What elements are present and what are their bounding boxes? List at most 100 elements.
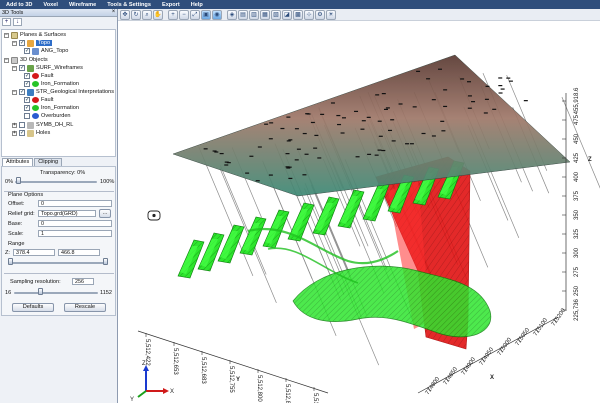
y-axis-tick-label: 5,512,683 bbox=[200, 357, 206, 384]
visibility-checkbox[interactable]: ✓ bbox=[19, 65, 25, 71]
tree-item-symb[interactable]: + SYMB_DH_RL bbox=[12, 121, 73, 129]
tree-item-topo[interactable]: − ✓ Topo bbox=[12, 39, 53, 47]
menu-item-wireframe[interactable]: Wireframe bbox=[69, 2, 96, 8]
view-back-icon[interactable]: ▦ bbox=[260, 9, 270, 20]
visibility-checkbox[interactable] bbox=[24, 113, 30, 119]
tree-item-fault[interactable]: ✓ Fault bbox=[24, 72, 53, 80]
close-icon[interactable]: × bbox=[110, 9, 117, 16]
collar-marker bbox=[378, 135, 383, 137]
defaults-button[interactable]: Defaults bbox=[12, 303, 54, 312]
relief-grid-field[interactable]: Topo.grd(GRD) bbox=[38, 210, 96, 217]
view-front-icon[interactable]: ▤ bbox=[238, 9, 248, 20]
collapse-icon[interactable]: − bbox=[12, 65, 17, 71]
menu-item-help[interactable]: Help bbox=[191, 2, 203, 8]
tree-item-ang-topo[interactable]: ✓ ANG_Topo bbox=[24, 47, 68, 55]
view-iso-icon[interactable]: ◈ bbox=[227, 9, 237, 20]
rotate-cursor-dot bbox=[152, 213, 156, 218]
collar-marker bbox=[313, 147, 318, 149]
tree-item-label: Fault bbox=[41, 97, 54, 103]
collapse-icon[interactable]: − bbox=[4, 57, 9, 63]
z-axis-tick-label: 455,918.6 bbox=[574, 87, 580, 114]
z-max-field[interactable]: 466.8 bbox=[58, 249, 100, 256]
zoom-icon[interactable]: ⌕ bbox=[142, 9, 152, 20]
topo-surface[interactable] bbox=[172, 54, 571, 197]
collar-marker bbox=[367, 153, 372, 155]
visibility-checkbox[interactable]: ✓ bbox=[19, 89, 25, 95]
collar-marker bbox=[443, 105, 448, 108]
scale-field[interactable]: 1 bbox=[38, 230, 112, 237]
tree-item-fault-2[interactable]: ✓ Fault bbox=[24, 96, 53, 104]
visibility-checkbox[interactable] bbox=[19, 122, 25, 128]
sampling-slider[interactable] bbox=[14, 292, 98, 294]
axes-icon[interactable]: ⊹ bbox=[304, 9, 314, 20]
sampling-slider-thumb[interactable] bbox=[38, 288, 43, 295]
collar-marker bbox=[294, 159, 299, 161]
menu-item-tools-settings[interactable]: Tools & Settings bbox=[107, 2, 151, 8]
expand-icon[interactable]: + bbox=[12, 130, 17, 136]
tree-item-surf-wireframes[interactable]: − ✓ SURF_Wireframes bbox=[12, 64, 83, 72]
tree-item-label: STR_Geological Interpretations bbox=[36, 89, 115, 95]
tree-item-overburden[interactable]: Overburden bbox=[24, 112, 71, 120]
pan-icon[interactable]: ✥ bbox=[120, 9, 130, 20]
collar-marker bbox=[269, 122, 274, 124]
menu-item-export[interactable]: Export bbox=[162, 2, 180, 8]
grid-icon[interactable]: ▩ bbox=[293, 9, 303, 20]
tab-clipping[interactable]: Clipping bbox=[34, 158, 63, 166]
collar-marker bbox=[467, 95, 472, 97]
collapse-icon[interactable]: − bbox=[12, 40, 17, 46]
perspective-icon[interactable]: ◪ bbox=[282, 9, 292, 20]
z-range-label: Z: bbox=[5, 250, 10, 256]
rescale-button[interactable]: Rescale bbox=[64, 303, 106, 312]
zoom-out-icon[interactable]: − bbox=[179, 9, 189, 20]
collapse-icon[interactable]: − bbox=[12, 89, 17, 95]
tree-item-label: Planes & Surfaces bbox=[20, 32, 67, 38]
box-view-icon[interactable]: ▧ bbox=[271, 9, 281, 20]
visibility-checkbox[interactable]: ✓ bbox=[24, 105, 30, 111]
base-field[interactable]: 0 bbox=[38, 220, 112, 227]
z-min-field[interactable]: 378.4 bbox=[13, 249, 55, 256]
remove-layer-icon[interactable]: ↓ bbox=[13, 18, 22, 26]
visibility-checkbox[interactable]: ✓ bbox=[19, 40, 25, 46]
offset-field[interactable]: 0 bbox=[38, 200, 112, 207]
sampling-resolution-field[interactable]: 256 bbox=[72, 278, 94, 285]
rotate-icon[interactable]: ↻ bbox=[131, 9, 141, 20]
collapse-icon[interactable]: − bbox=[4, 32, 9, 38]
collar-marker bbox=[249, 155, 254, 157]
zoom-in-icon[interactable]: + bbox=[168, 9, 178, 20]
settings-icon[interactable]: ⚙ bbox=[315, 9, 325, 20]
menu-item-add-to-3d[interactable]: Add to 3D bbox=[6, 2, 32, 8]
tab-attributes[interactable]: Attributes bbox=[2, 158, 34, 166]
3d-viewport[interactable]: 455,918.6 475 450 425 400 375 350 325 300 275 250 2… bbox=[118, 21, 600, 403]
z-range-slider[interactable] bbox=[8, 262, 108, 264]
visibility-checkbox[interactable]: ✓ bbox=[19, 130, 25, 136]
3d-scene[interactable]: 455,918.6475 450 425 400 375 350 325 300 275 250 2… bbox=[118, 21, 600, 403]
view-top-icon[interactable]: ▣ bbox=[201, 9, 211, 20]
hand-icon[interactable]: ✋ bbox=[153, 9, 163, 20]
tree-item-iron-formation[interactable]: ✓ Iron_Formation bbox=[24, 80, 79, 88]
transparency-slider[interactable] bbox=[15, 181, 97, 183]
collar-marker bbox=[381, 93, 386, 95]
tree-item-iron-formation-2[interactable]: ✓ Iron_Formation bbox=[24, 104, 79, 112]
tree-item-3d-objects[interactable]: − 3D Objects bbox=[4, 56, 48, 64]
tree-item-str-geo[interactable]: − ✓ STR_Geological Interpretations bbox=[12, 88, 114, 96]
z-range-max-thumb[interactable] bbox=[103, 258, 108, 265]
browse-button[interactable]: ... bbox=[99, 209, 111, 218]
visibility-checkbox[interactable]: ✓ bbox=[24, 81, 30, 87]
view-side-icon[interactable]: ▥ bbox=[249, 9, 259, 20]
x-axis-tick-label: 714800 bbox=[425, 376, 442, 396]
visibility-checkbox[interactable]: ✓ bbox=[24, 48, 30, 54]
globe-icon[interactable]: ◉ bbox=[212, 9, 222, 20]
tree-item-planes[interactable]: − Planes & Surfaces bbox=[4, 31, 66, 39]
light-icon[interactable]: ☀ bbox=[326, 9, 336, 20]
visibility-checkbox[interactable]: ✓ bbox=[24, 73, 30, 79]
collar-marker bbox=[288, 177, 293, 180]
collar-marker bbox=[294, 128, 299, 130]
zoom-extents-icon[interactable]: ⤢ bbox=[190, 9, 200, 20]
visibility-checkbox[interactable]: ✓ bbox=[24, 97, 30, 103]
transparency-slider-thumb[interactable] bbox=[16, 177, 21, 184]
z-range-min-thumb[interactable] bbox=[8, 258, 13, 265]
add-layer-icon[interactable]: + bbox=[2, 18, 11, 26]
menu-item-voxel[interactable]: Voxel bbox=[43, 2, 58, 8]
expand-icon[interactable]: + bbox=[12, 122, 17, 128]
tree-item-holes[interactable]: + ✓ Holes bbox=[12, 129, 50, 137]
